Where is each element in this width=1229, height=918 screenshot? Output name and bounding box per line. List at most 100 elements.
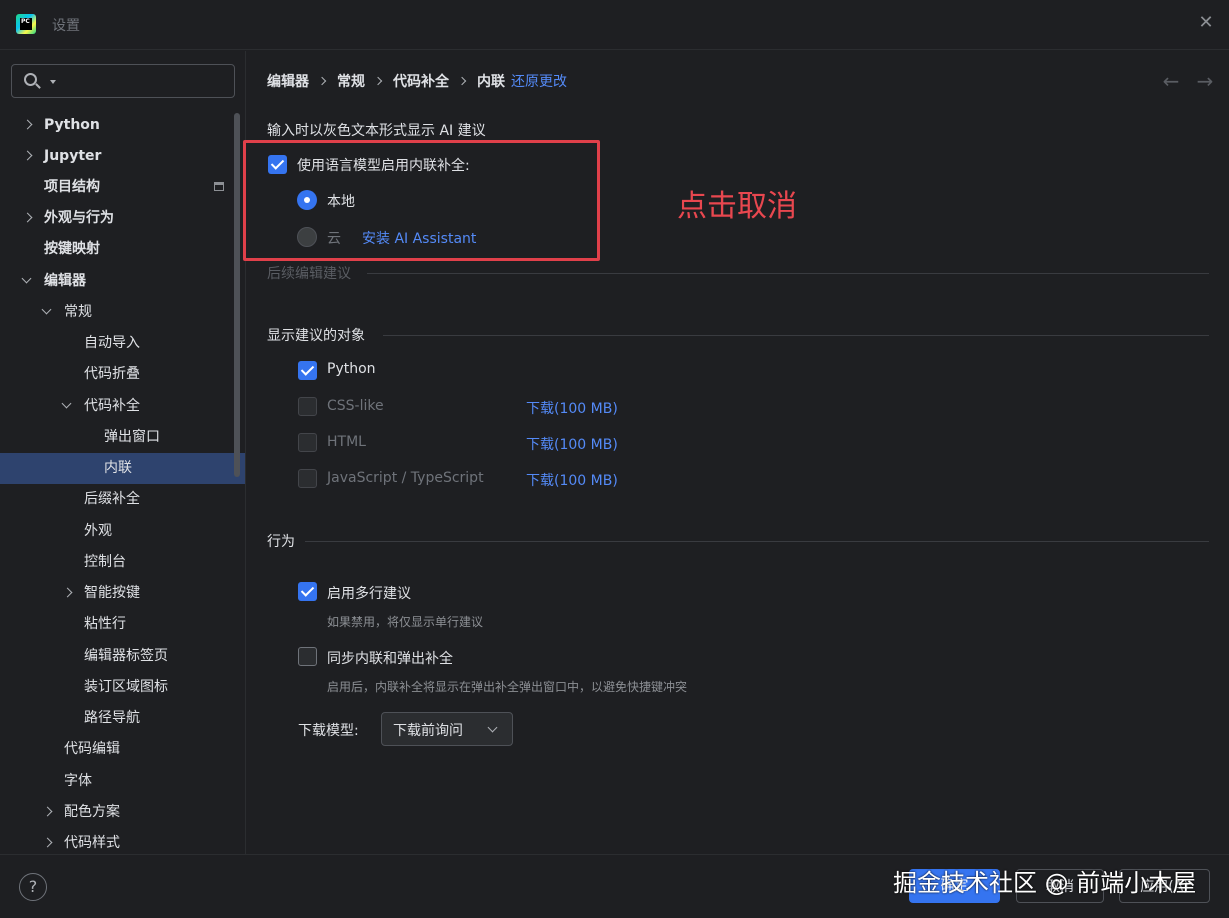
sidebar-item-label: 按键映射 [44, 241, 100, 257]
sidebar-item-color-scheme[interactable]: 配色方案 [0, 797, 245, 828]
js-ts-download-link[interactable]: 下载(100 MB) [526, 470, 618, 490]
css-download-link[interactable]: 下载(100 MB) [526, 398, 618, 418]
chevron-right-icon[interactable] [22, 110, 36, 141]
sidebar-item-breadcrumbs[interactable]: 路径导航 [0, 703, 245, 734]
sidebar-item-appearance-behavior[interactable]: 外观与行为 [0, 203, 245, 234]
sync-completion-description: 启用后，内联补全将显示在弹出补全弹出窗口中，以避免快捷键冲突 [327, 680, 688, 694]
sidebar-item-editor-tabs[interactable]: 编辑器标签页 [0, 641, 245, 672]
restore-changes-link[interactable]: 还原更改 [511, 71, 567, 91]
js-ts-checkbox [298, 469, 317, 488]
title-bar: PC 设置 ✕ [0, 0, 1229, 50]
breadcrumb-item[interactable]: 编辑器 [267, 71, 309, 91]
sync-completion-checkbox[interactable] [298, 647, 317, 666]
sidebar-item-gutter-icons[interactable]: 装订区域图标 [0, 672, 245, 703]
download-model-value: 下载前询问 [393, 723, 463, 739]
sidebar-item-label: 项目结构 [44, 179, 100, 195]
python-checkbox[interactable] [298, 361, 317, 380]
project-level-icon [214, 182, 224, 191]
chevron-down-icon [487, 722, 498, 733]
settings-search[interactable] [11, 64, 235, 98]
chevron-right-icon[interactable] [62, 578, 76, 609]
sidebar-item-project-structure[interactable]: 项目结构 [0, 172, 245, 203]
back-arrow-icon[interactable]: ← [1161, 71, 1181, 91]
breadcrumb: 编辑器 常规 代码补全 内联 还原更改 [267, 71, 567, 91]
multiline-label: 启用多行建议 [327, 586, 411, 602]
breadcrumb-item[interactable]: 代码补全 [393, 71, 449, 91]
search-icon [24, 73, 37, 86]
chevron-right-icon [373, 76, 383, 86]
sidebar-item-label: 代码编辑 [64, 741, 120, 757]
chevron-right-icon[interactable] [22, 141, 36, 172]
followup-section-title: 后续编辑建议 [267, 266, 351, 282]
sidebar-item-sticky-lines[interactable]: 粘性行 [0, 609, 245, 640]
sync-completion-label: 同步内联和弹出补全 [327, 651, 453, 667]
sidebar-item-label: 外观 [84, 523, 112, 539]
forward-arrow-icon[interactable]: → [1195, 71, 1215, 91]
python-label: Python [327, 361, 376, 377]
html-download-link[interactable]: 下载(100 MB) [526, 434, 618, 454]
breadcrumb-item: 内联 [477, 74, 505, 90]
settings-sidebar: Python Jupyter 项目结构 外观与行为 按键映射 编辑器 常规 自动… [0, 51, 246, 854]
chevron-down-icon[interactable] [40, 297, 54, 328]
behavior-section-title: 行为 [267, 534, 295, 550]
sidebar-item-label: 字体 [64, 773, 92, 789]
ai-hint-text: 输入时以灰色文本形式显示 AI 建议 [267, 123, 486, 139]
chevron-right-icon [457, 76, 467, 86]
sidebar-item-label: 自动导入 [84, 335, 140, 351]
html-checkbox [298, 433, 317, 452]
sidebar-item-auto-import[interactable]: 自动导入 [0, 328, 245, 359]
sidebar-item-code-editing[interactable]: 代码编辑 [0, 734, 245, 765]
sidebar-item-code-completion[interactable]: 代码补全 [0, 391, 245, 422]
download-model-select[interactable]: 下载前询问 [381, 712, 513, 746]
sidebar-item-label: Jupyter [44, 148, 102, 164]
download-model-label: 下载模型: [298, 723, 359, 739]
caret-down-icon[interactable] [50, 80, 56, 84]
sidebar-item-label: 智能按键 [84, 585, 140, 601]
chevron-down-icon[interactable] [60, 391, 74, 422]
js-ts-label: JavaScript / TypeScript [327, 470, 484, 486]
chevron-right-icon[interactable] [42, 797, 56, 828]
sidebar-item-label: 配色方案 [64, 804, 120, 820]
sidebar-item-label: 常规 [64, 304, 92, 320]
sidebar-item-appearance[interactable]: 外观 [0, 516, 245, 547]
sidebar-item-code-folding[interactable]: 代码折叠 [0, 359, 245, 390]
chevron-right-icon[interactable] [42, 828, 56, 854]
sidebar-item-label: 路径导航 [84, 710, 140, 726]
sidebar-item-editor[interactable]: 编辑器 [0, 266, 245, 297]
annotation-highlight-box [243, 140, 600, 261]
sidebar-item-postfix-completion[interactable]: 后缀补全 [0, 484, 245, 515]
chevron-right-icon[interactable] [22, 203, 36, 234]
sidebar-item-label: 代码折叠 [84, 366, 140, 382]
section-divider [383, 335, 1209, 336]
sidebar-item-jupyter[interactable]: Jupyter [0, 141, 245, 172]
close-icon[interactable]: ✕ [1197, 14, 1215, 32]
sidebar-item-smart-keys[interactable]: 智能按键 [0, 578, 245, 609]
multiline-description: 如果禁用，将仅显示单行建议 [327, 615, 484, 629]
css-label: CSS-like [327, 398, 384, 414]
sidebar-item-label: 内联 [104, 460, 132, 476]
sidebar-item-keymap[interactable]: 按键映射 [0, 234, 245, 265]
multiline-checkbox[interactable] [298, 582, 317, 601]
breadcrumb-item[interactable]: 常规 [337, 71, 365, 91]
sidebar-item-label: 编辑器标签页 [84, 648, 168, 664]
sidebar-item-label: 控制台 [84, 554, 126, 570]
search-input[interactable] [60, 69, 230, 93]
sidebar-scrollbar[interactable] [234, 113, 240, 477]
sidebar-item-code-style[interactable]: 代码样式 [0, 828, 245, 854]
sidebar-item-label: Python [44, 117, 100, 133]
sidebar-item-console[interactable]: 控制台 [0, 547, 245, 578]
sidebar-item-label: 外观与行为 [44, 210, 114, 226]
chevron-down-icon[interactable] [20, 266, 34, 297]
sidebar-item-python[interactable]: Python [0, 110, 245, 141]
help-button[interactable]: ? [19, 873, 47, 901]
sidebar-item-popup[interactable]: 弹出窗口 [0, 422, 245, 453]
chevron-right-icon [317, 76, 327, 86]
sidebar-item-label: 粘性行 [84, 616, 126, 632]
sidebar-item-general[interactable]: 常规 [0, 297, 245, 328]
annotation-text: 点击取消 [677, 189, 797, 224]
sidebar-item-font[interactable]: 字体 [0, 766, 245, 797]
sidebar-item-inline[interactable]: 内联 [0, 453, 245, 484]
sidebar-item-label: 弹出窗口 [104, 429, 160, 445]
sidebar-item-label: 代码样式 [64, 835, 120, 851]
section-divider [367, 273, 1209, 274]
